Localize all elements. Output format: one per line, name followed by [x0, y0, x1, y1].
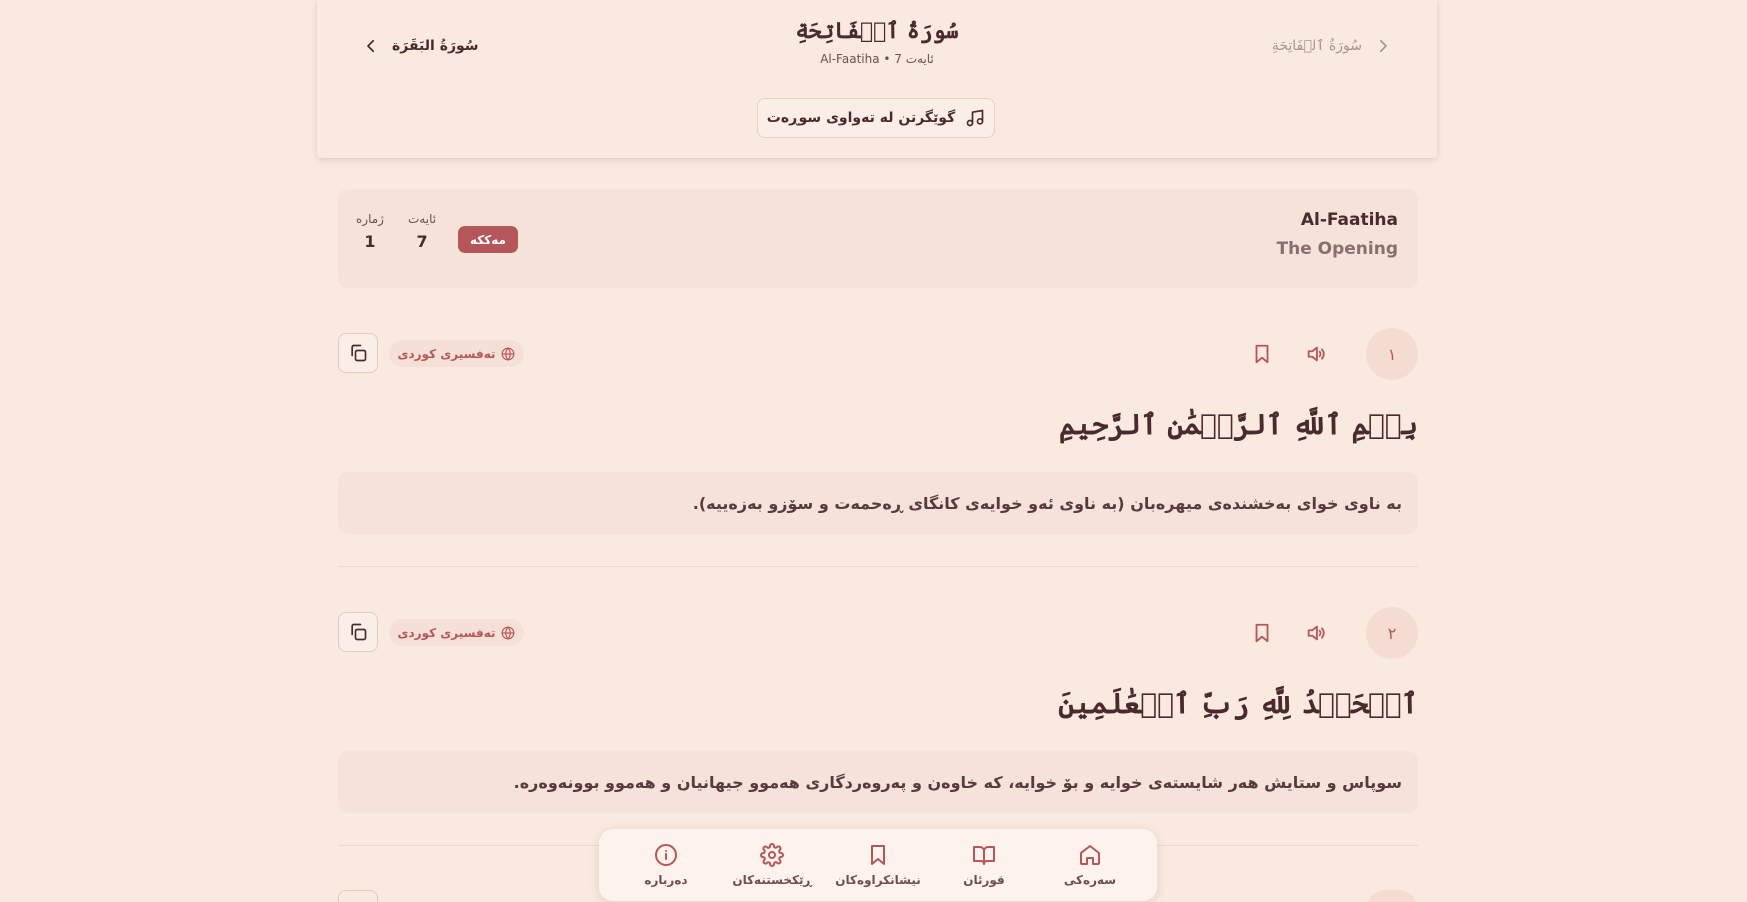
surah-number: 1	[364, 232, 376, 251]
surah-header: سُورَةُ البَقَرَة سُورَةُ ٱلۡفَاتِحَةِ A…	[317, 0, 1437, 158]
surah-subtitle: Al-Faatiha • 7 ئایەت	[820, 52, 934, 66]
nav-item-about[interactable]: دەربارە	[613, 843, 719, 887]
chevron-right-icon	[1379, 39, 1387, 53]
globe-icon	[502, 625, 515, 640]
nav-item-home[interactable]: سەرەکی	[1037, 843, 1143, 887]
copy-button[interactable]	[338, 333, 378, 373]
tafsir-chip[interactable]: تەفسیری کوردی	[389, 619, 524, 646]
bookmark-icon[interactable]	[1251, 343, 1273, 365]
copy-button[interactable]	[338, 890, 378, 902]
nav-about-label: دەربارە	[644, 873, 688, 887]
ayah-count-stat: ئایەت 7	[408, 212, 436, 251]
ayah-label: ئایەت	[408, 212, 437, 226]
bottom-navigation: سەرەکی قورئان نیشانکراوەکان ڕێکخستنەکان …	[599, 829, 1157, 901]
surah-english-names: Al-Faatiha The Opening	[1277, 210, 1399, 259]
music-note-icon	[966, 109, 984, 127]
verse-translation: بە ناوی خوای بەخشندەی میهرەبان (بە ناوی …	[338, 472, 1418, 534]
bookmark-icon[interactable]	[1251, 622, 1273, 644]
open-book-icon	[973, 846, 995, 865]
verse-number-partial	[1366, 890, 1418, 902]
home-icon	[1080, 845, 1100, 865]
verse-arabic: ٱلۡحَمۡدُ لِلَّهِ رَبِّ ٱلۡعَٰلَمِينَ	[1058, 687, 1418, 720]
verse-card: تەفسیری کوردی ١ بِسۡمِ ٱللَّهِ ٱلرَّحۡمَ…	[338, 328, 1418, 538]
gear-icon	[760, 843, 784, 867]
prev-surah-link[interactable]: سُورَةُ ٱلۡفَاتِحَةِ	[1272, 34, 1392, 58]
nav-settings-label: ڕێکخستنەکان	[732, 873, 812, 887]
number-label: ژمارە	[356, 212, 384, 226]
listen-full-surah-button[interactable]: گوێگرتن لە تەواوی سوڕەت	[757, 98, 995, 138]
verse-divider	[338, 566, 1418, 567]
audio-icon[interactable]	[1305, 622, 1327, 644]
nav-item-settings[interactable]: ڕێکخستنەکان	[719, 843, 825, 887]
verse-number: ١	[1366, 328, 1418, 380]
globe-icon	[502, 346, 515, 361]
info-icon	[655, 844, 677, 866]
nav-bookmarks-label: نیشانکراوەکان	[835, 873, 921, 887]
nav-home-label: سەرەکی	[1063, 873, 1117, 887]
surah-number-stat: ژمارە 1	[356, 212, 384, 251]
nav-item-quran[interactable]: قورئان	[931, 843, 1037, 887]
prev-surah-label: سُورَةُ ٱلۡفَاتِحَةِ	[1271, 38, 1362, 54]
copy-button[interactable]	[338, 612, 378, 652]
nav-quran-label: قورئان	[963, 873, 1005, 887]
surah-title-block: سُورَةُ ٱلۡفَاتِحَةِ Al-Faatiha • 7 ئایە…	[317, 18, 1437, 66]
tafsir-label: تەفسیری کوردی	[397, 625, 496, 640]
tafsir-label: تەفسیری کوردی	[397, 346, 496, 361]
revelation-badge: مەککە	[458, 226, 518, 253]
tafsir-chip[interactable]: تەفسیری کوردی	[389, 340, 524, 367]
verse-translation: سوپاس و ستایش هەر شایستەی خوایە و بۆ خوا…	[338, 751, 1418, 813]
surah-name-translation: The Opening	[1276, 239, 1399, 259]
listen-label: گوێگرتن لە تەواوی سوڕەت	[766, 110, 956, 126]
audio-icon[interactable]	[1305, 343, 1327, 365]
bookmark-icon	[871, 845, 885, 865]
copy-icon	[351, 344, 367, 362]
nav-item-bookmarks[interactable]: نیشانکراوەکان	[825, 843, 931, 887]
verse-arabic: بِسۡمِ ٱللَّهِ ٱلرَّحۡمَٰنِ ٱلرَّحِيمِ	[1059, 408, 1418, 441]
ayah-count: 7	[416, 232, 428, 251]
copy-icon	[351, 623, 367, 641]
surah-name-en: Al-Faatiha	[1300, 210, 1398, 230]
surah-info-card: ژمارە 1 ئایەت 7 مەککە Al-Faatiha The Ope…	[338, 189, 1418, 288]
verse-number: ٢	[1366, 607, 1418, 659]
page-title: سُورَةُ ٱلۡفَاتِحَةِ	[795, 18, 959, 44]
verse-card: تەفسیری کوردی ٢ ٱلۡحَمۡدُ لِلَّهِ رَبِّ …	[338, 607, 1418, 817]
